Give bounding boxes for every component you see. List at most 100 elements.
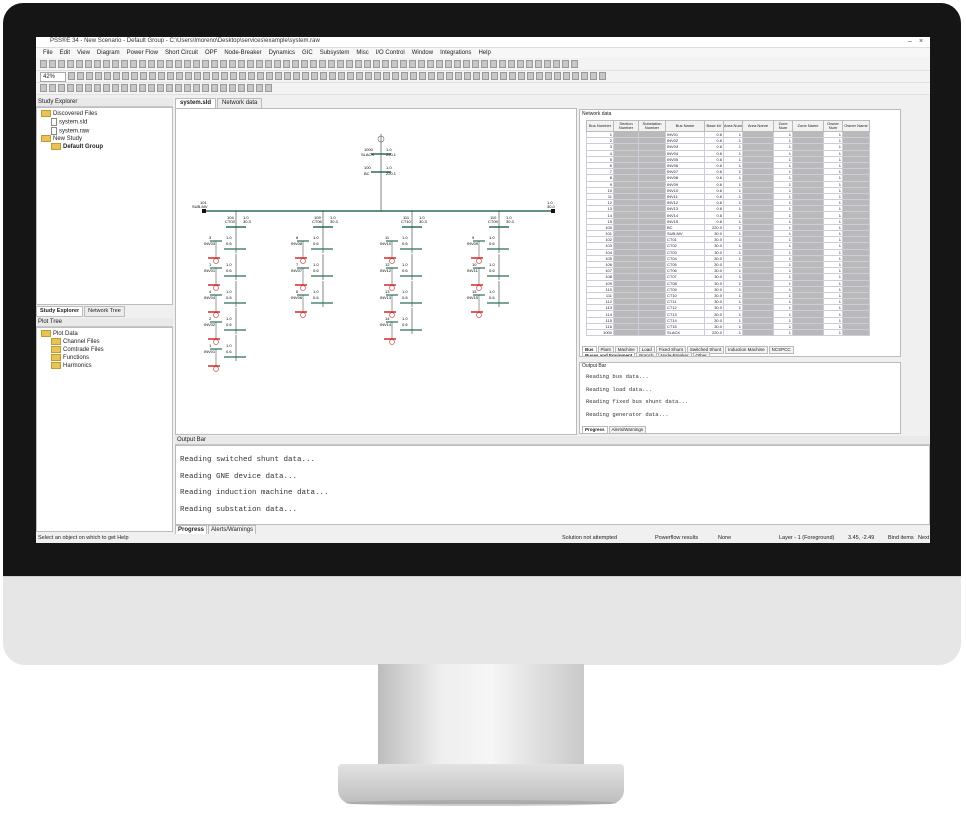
toolbar-tool-icon[interactable] — [284, 72, 291, 80]
toolbar-tool-icon[interactable] — [329, 72, 336, 80]
toolbar-tool-icon[interactable] — [437, 72, 444, 80]
toolbar-tool-icon[interactable] — [40, 60, 47, 68]
toolbar-tool-icon[interactable] — [599, 72, 606, 80]
diagram-canvas[interactable]: 1000 SLACK 1.0 220.1 100 BC 1.0 220.1 101 SUB-MV 1… — [175, 108, 577, 435]
column-header[interactable]: Owner Num — [823, 120, 843, 132]
menu-dynamics[interactable]: Dynamics — [269, 48, 295, 58]
output-tab[interactable]: Alerts/Warnings — [608, 426, 647, 434]
toolbar-tool-icon[interactable] — [374, 72, 381, 80]
toolbar-tool-icon[interactable] — [184, 60, 191, 68]
toolbar-tool-icon[interactable] — [382, 60, 389, 68]
menu-integrations[interactable]: Integrations — [440, 48, 471, 58]
toolbar-tool-icon[interactable] — [229, 60, 236, 68]
menu-i-o-control[interactable]: I/O Control — [376, 48, 405, 58]
toolbar-tool-icon[interactable] — [157, 84, 164, 92]
toolbar-tool-icon[interactable] — [49, 60, 56, 68]
toolbar-tool-icon[interactable] — [535, 60, 542, 68]
toolbar-tool-icon[interactable] — [553, 60, 560, 68]
toolbar-tool-icon[interactable] — [113, 72, 120, 80]
toolbar-tool-icon[interactable] — [500, 72, 507, 80]
tree-item[interactable]: Default Group — [41, 143, 103, 151]
table-row[interactable]: 1000 SLACK 220.0 1 1 1 — [586, 328, 870, 337]
toolbar-tool-icon[interactable] — [571, 60, 578, 68]
toolbar-tool-icon[interactable] — [104, 72, 111, 80]
menu-power-flow[interactable]: Power Flow — [127, 48, 158, 58]
toolbar-tool-icon[interactable] — [221, 72, 228, 80]
toolbar-tool-icon[interactable] — [112, 84, 119, 92]
toolbar-tool-icon[interactable] — [346, 60, 353, 68]
toolbar-tool-icon[interactable] — [122, 72, 129, 80]
toolbar-tool-icon[interactable] — [175, 60, 182, 68]
toolbar-tool-icon[interactable] — [193, 60, 200, 68]
table-cell[interactable] — [638, 328, 666, 337]
toolbar-tool-icon[interactable] — [166, 84, 173, 92]
toolbar-tool-icon[interactable] — [265, 84, 272, 92]
toolbar-tool-icon[interactable] — [95, 72, 102, 80]
toolbar-tool-icon[interactable] — [508, 60, 515, 68]
menu-opf[interactable]: OPF — [205, 48, 217, 58]
column-header[interactable]: Area Num — [723, 120, 743, 132]
toolbar-tool-icon[interactable] — [266, 72, 273, 80]
minimize-icon[interactable]: – — [908, 38, 912, 45]
toolbar-tool-icon[interactable] — [211, 60, 218, 68]
toolbar-tool-icon[interactable] — [428, 72, 435, 80]
column-header[interactable]: Zone Name — [792, 120, 824, 132]
toolbar-tool-icon[interactable] — [140, 72, 147, 80]
sheet-tab[interactable]: Branch — [636, 352, 657, 356]
toolbar-tool-icon[interactable] — [77, 72, 84, 80]
plot-tree-item[interactable]: Functions — [41, 354, 104, 362]
plot-tree-item[interactable]: Plot Data — [41, 330, 104, 338]
sheet-tab[interactable]: Other — [692, 352, 710, 356]
toolbar-tool-icon[interactable] — [184, 84, 191, 92]
menu-subsystem[interactable]: Subsystem — [320, 48, 350, 58]
menu-node-breaker[interactable]: Node-Breaker — [224, 48, 261, 58]
toolbar-tool-icon[interactable] — [590, 72, 597, 80]
toolbar-tool-icon[interactable] — [383, 72, 390, 80]
toolbar-tool-icon[interactable] — [103, 60, 110, 68]
toolbar-tool-icon[interactable] — [320, 72, 327, 80]
toolbar-tool-icon[interactable] — [40, 84, 47, 92]
toolbar-tool-icon[interactable] — [356, 72, 363, 80]
toolbar-tool-icon[interactable] — [49, 84, 56, 92]
toolbar-tool-icon[interactable] — [544, 60, 551, 68]
toolbar-tool-icon[interactable] — [427, 60, 434, 68]
toolbar-tool-icon[interactable] — [130, 60, 137, 68]
toolbar-tool-icon[interactable] — [572, 72, 579, 80]
sheet-tab[interactable]: Buses and Equipment — [582, 352, 636, 356]
toolbar-tool-icon[interactable] — [436, 60, 443, 68]
toolbar-tool-icon[interactable] — [562, 60, 569, 68]
toolbar-tool-icon[interactable] — [410, 72, 417, 80]
toolbar-tool-icon[interactable] — [58, 84, 65, 92]
close-icon[interactable]: × — [919, 38, 923, 45]
menu-view[interactable]: View — [77, 48, 90, 58]
tree-item[interactable]: system.sld — [41, 118, 103, 127]
tab-study-explorer[interactable]: Study Explorer — [36, 306, 84, 317]
toolbar-tool-icon[interactable] — [482, 72, 489, 80]
toolbar-tool-icon[interactable] — [257, 72, 264, 80]
toolbar-tool-icon[interactable] — [419, 72, 426, 80]
toolbar-tool-icon[interactable] — [311, 72, 318, 80]
toolbar-tool-icon[interactable] — [545, 72, 552, 80]
table-cell[interactable] — [842, 328, 870, 337]
single-line-diagram[interactable]: 1000SLACK1.0220.1100BC1.0220.1101SUB-MV1… — [176, 109, 578, 436]
table-cell[interactable]: SLACK — [665, 328, 705, 337]
table-cell[interactable] — [792, 328, 824, 337]
toolbar-tool-icon[interactable] — [337, 60, 344, 68]
toolbar-tool-icon[interactable] — [76, 84, 83, 92]
column-header[interactable]: Base kV — [704, 120, 724, 132]
table-cell[interactable]: 1 — [723, 328, 743, 337]
toolbar-tool-icon[interactable] — [454, 60, 461, 68]
toolbar-tool-icon[interactable] — [247, 84, 254, 92]
toolbar-tool-icon[interactable] — [338, 72, 345, 80]
toolbar-tool-icon[interactable] — [148, 84, 155, 92]
toolbar-tool-icon[interactable] — [94, 60, 101, 68]
toolbar-tool-icon[interactable] — [581, 72, 588, 80]
sheet-tab[interactable]: Induction Machine — [725, 346, 768, 354]
toolbar-tool-icon[interactable] — [472, 60, 479, 68]
toolbar-tool-icon[interactable] — [347, 72, 354, 80]
toolbar-tool-icon[interactable] — [58, 60, 65, 68]
column-header[interactable]: Substation Number — [638, 120, 666, 132]
toolbar-tool-icon[interactable] — [212, 72, 219, 80]
toolbar-tool-icon[interactable] — [149, 72, 156, 80]
menu-gic[interactable]: GIC — [302, 48, 313, 58]
